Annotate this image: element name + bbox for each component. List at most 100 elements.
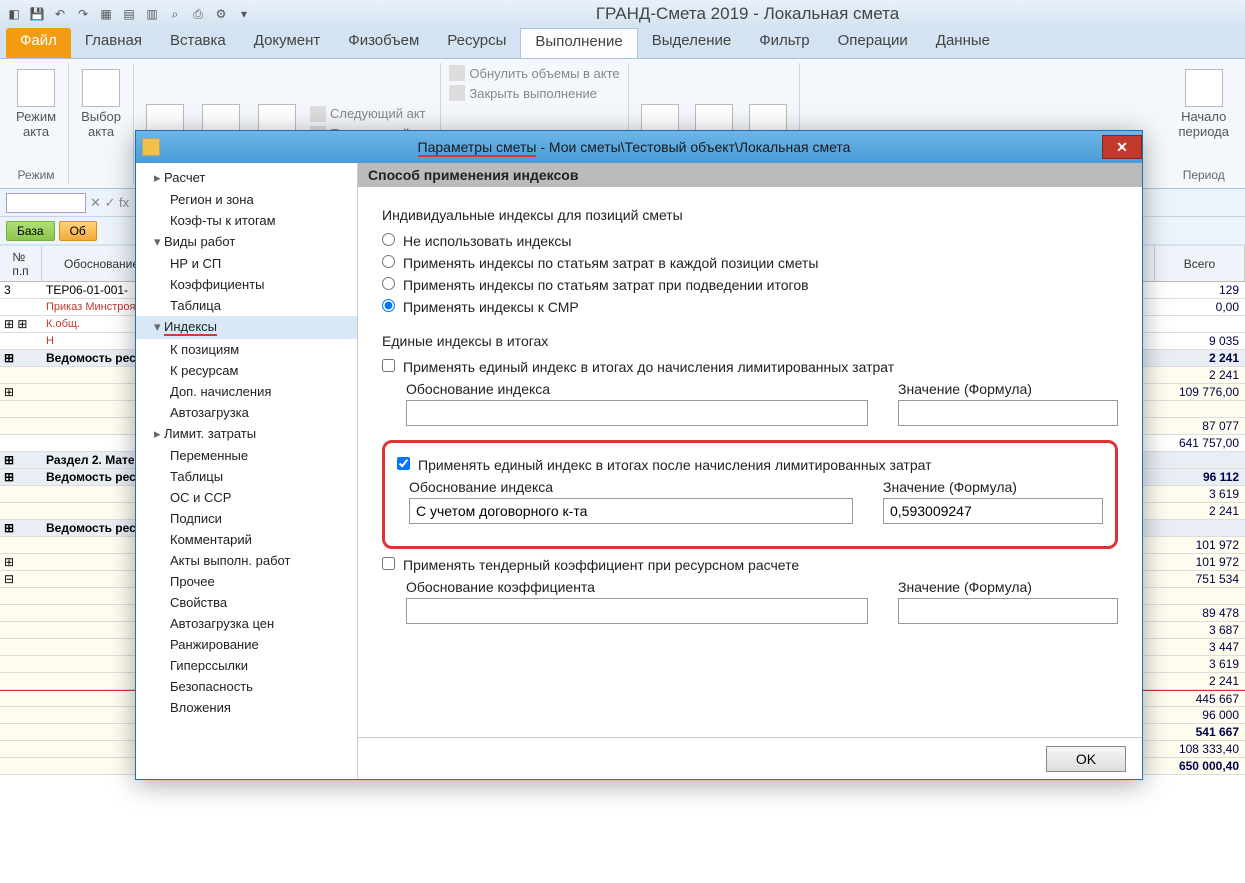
tree-node[interactable]: Коэффициенты (136, 274, 357, 295)
qat-dropdown-icon[interactable]: ▾ (234, 4, 254, 24)
tree-node[interactable]: ▾Индексы (136, 316, 357, 339)
qat-icon[interactable]: ⌕ (165, 4, 185, 24)
tree-node[interactable]: Коэф-ты к итогам (136, 210, 357, 231)
titlebar: ◧ 💾 ↶ ↷ ▦ ▤ ▥ ⌕ ⎙ ⚙ ▾ ГРАНД-Смета 2019 -… (0, 0, 1245, 28)
tab-baza[interactable]: База (6, 221, 55, 241)
radio-input[interactable] (382, 277, 395, 290)
select-act-button[interactable]: Выбор акта (77, 65, 125, 143)
tree-node[interactable]: Таблицы (136, 466, 357, 487)
reset-volumes-button[interactable]: Обнулить объемы в акте (449, 65, 619, 81)
section-label: Единые индексы в итогах (382, 333, 1118, 349)
group-label: Период (1183, 168, 1225, 182)
chk-before-limit[interactable]: Применять единый индекс в итогах до начи… (382, 359, 1118, 375)
obosn2-input[interactable] (409, 498, 853, 524)
ribbon-tab-4[interactable]: Физобъем (334, 28, 433, 58)
tree-node[interactable]: Акты выполн. работ (136, 550, 357, 571)
tree-node[interactable]: Подписи (136, 508, 357, 529)
radio-option-0[interactable]: Не использовать индексы (382, 233, 1118, 249)
chk-after-limit-input[interactable] (397, 457, 410, 470)
next-act-button[interactable]: Следующий акт (310, 106, 432, 122)
undo-icon[interactable]: ↶ (50, 4, 70, 24)
dialog-close-button[interactable]: ✕ (1102, 135, 1142, 159)
period-icon (1185, 69, 1223, 107)
znach2-input[interactable] (883, 498, 1103, 524)
tree-node[interactable]: ▸Лимит. затраты (136, 423, 357, 445)
cell-ref-input[interactable] (6, 193, 86, 213)
radio-input[interactable] (382, 299, 395, 312)
tree-node[interactable]: Гиперссылки (136, 655, 357, 676)
tree-node[interactable]: К ресурсам (136, 360, 357, 381)
field-label: Обоснование коэффициента (406, 579, 868, 595)
chk-tender[interactable]: Применять тендерный коэффициент при ресу… (382, 557, 1118, 573)
save-icon[interactable]: 💾 (27, 4, 47, 24)
ribbon-tab-3[interactable]: Документ (240, 28, 335, 58)
znach1-input[interactable] (898, 400, 1118, 426)
ribbon-tabs: ФайлГлавнаяВставкаДокументФизобъемРесурс… (0, 28, 1245, 58)
reset-icon (449, 65, 465, 81)
chk-tender-input[interactable] (382, 557, 395, 570)
tree-node[interactable]: Таблица (136, 295, 357, 316)
radio-option-1[interactable]: Применять индексы по статьям затрат в ка… (382, 255, 1118, 271)
ribbon-tab-2[interactable]: Вставка (156, 28, 240, 58)
tree-node[interactable]: Доп. начисления (136, 381, 357, 402)
close-exec-button[interactable]: Закрыть выполнение (449, 85, 619, 101)
period-start-button[interactable]: Начало периода (1174, 65, 1233, 143)
qat-icon[interactable]: ▦ (96, 4, 116, 24)
radio-input[interactable] (382, 233, 395, 246)
ribbon-tab-7[interactable]: Выделение (638, 28, 745, 58)
ribbon-tab-6[interactable]: Выполнение (520, 28, 637, 58)
fx-icon[interactable]: ✕ ✓ fx (90, 195, 129, 211)
qat-icon[interactable]: ⎙ (188, 4, 208, 24)
tree-node[interactable]: Автозагрузка (136, 402, 357, 423)
ribbon-tab-8[interactable]: Фильтр (745, 28, 823, 58)
radio-input[interactable] (382, 255, 395, 268)
qat-icon[interactable]: ▥ (142, 4, 162, 24)
tree-node[interactable]: Прочее (136, 571, 357, 592)
ribbon-group-mode: Режим акта Режим (4, 63, 69, 184)
qat-icon[interactable]: ⚙ (211, 4, 231, 24)
tree-node[interactable]: Вложения (136, 697, 357, 718)
chk-before-limit-input[interactable] (382, 359, 395, 372)
tree-node[interactable]: ▸Расчет (136, 167, 357, 189)
znach3-input[interactable] (898, 598, 1118, 624)
ribbon-tab-1[interactable]: Главная (71, 28, 156, 58)
tree-node[interactable]: Автозагрузка цен (136, 613, 357, 634)
dialog-titlebar[interactable]: Параметры сметы - Мои сметы\Тестовый объ… (136, 131, 1142, 163)
qat-icon[interactable]: ▤ (119, 4, 139, 24)
ribbon-tab-10[interactable]: Данные (922, 28, 1004, 58)
ribbon-tab-9[interactable]: Операции (824, 28, 922, 58)
ok-button[interactable]: OK (1046, 746, 1126, 772)
redo-icon[interactable]: ↷ (73, 4, 93, 24)
tree-node[interactable]: НР и СП (136, 253, 357, 274)
field-label: Значение (Формула) (898, 579, 1118, 595)
tab-ob[interactable]: Об (59, 221, 97, 241)
tree-node[interactable]: Ранжирование (136, 634, 357, 655)
ribbon-tab-0[interactable]: Файл (6, 28, 71, 58)
tree-node[interactable]: Безопасность (136, 676, 357, 697)
tree-node[interactable]: К позициям (136, 339, 357, 360)
mode-icon (17, 69, 55, 107)
tree-node[interactable]: Свойства (136, 592, 357, 613)
chk-after-limit[interactable]: Применять единый индекс в итогах после н… (397, 457, 1103, 473)
field-label: Значение (Формула) (898, 381, 1118, 397)
tree-node[interactable]: ▾Виды работ (136, 231, 357, 253)
tree-node[interactable]: Регион и зона (136, 189, 357, 210)
quick-access-toolbar: ◧ 💾 ↶ ↷ ▦ ▤ ▥ ⌕ ⎙ ⚙ ▾ (4, 4, 254, 24)
dialog-title-text: Параметры сметы - Мои сметы\Тестовый объ… (166, 139, 1102, 155)
radio-option-2[interactable]: Применять индексы по статьям затрат при … (382, 277, 1118, 293)
dialog-icon (142, 138, 160, 156)
ribbon-tab-5[interactable]: Ресурсы (433, 28, 520, 58)
obosn1-input[interactable] (406, 400, 868, 426)
dialog-section-header: Способ применения индексов (358, 163, 1142, 187)
obosn3-input[interactable] (406, 598, 868, 624)
mode-button[interactable]: Режим акта (12, 65, 60, 143)
select-act-icon (82, 69, 120, 107)
tree-node[interactable]: Комментарий (136, 529, 357, 550)
app-title: ГРАНД-Смета 2019 - Локальная смета (254, 4, 1241, 24)
radio-option-3[interactable]: Применять индексы к СМР (382, 299, 1118, 315)
qat-icon[interactable]: ◧ (4, 4, 24, 24)
field-label: Значение (Формула) (883, 479, 1103, 495)
tree-node[interactable]: ОС и ССР (136, 487, 357, 508)
tree-node[interactable]: Переменные (136, 445, 357, 466)
field-label: Обоснование индекса (409, 479, 853, 495)
